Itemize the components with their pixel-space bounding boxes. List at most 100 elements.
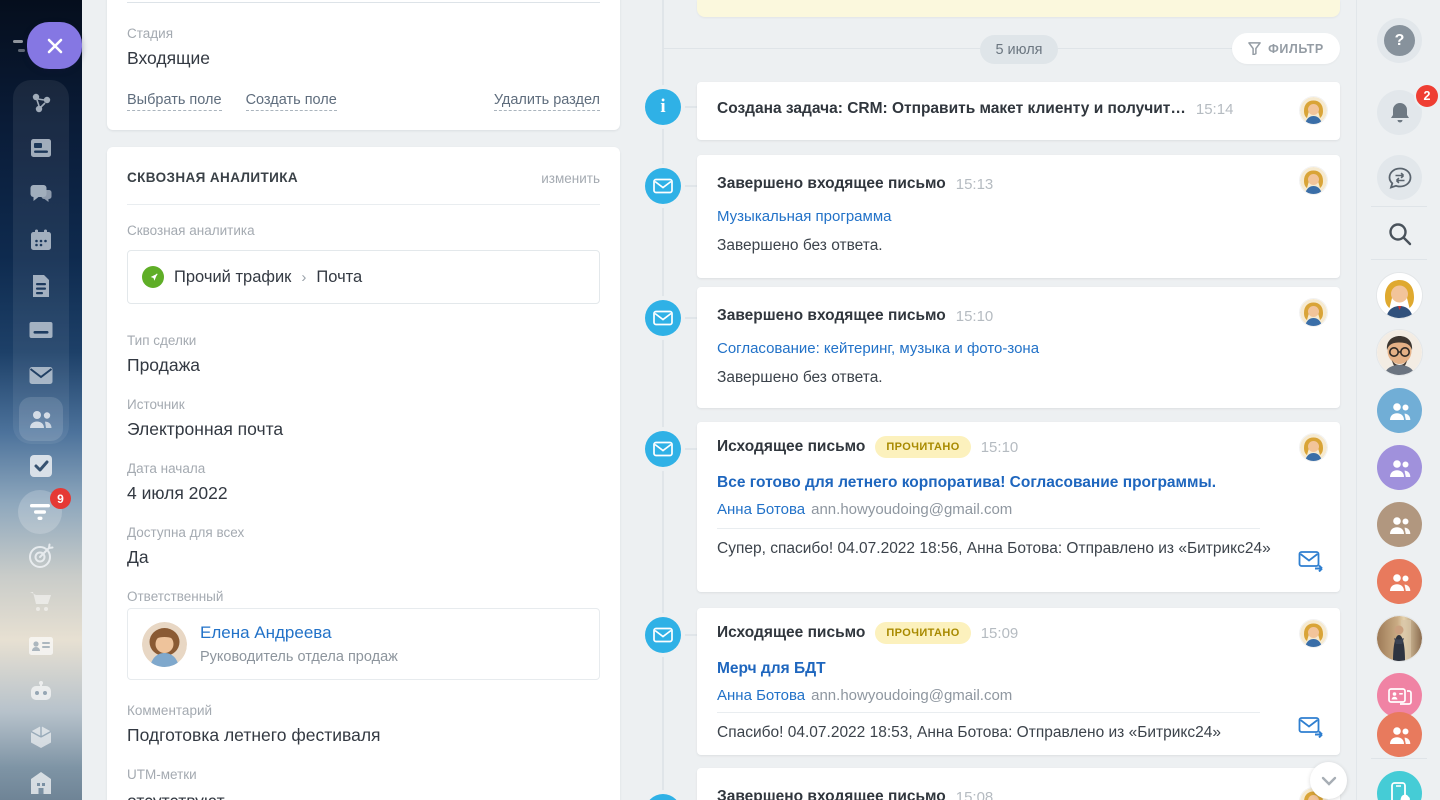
target-icon[interactable] xyxy=(27,542,55,570)
user-avatar-photo[interactable] xyxy=(1377,616,1422,661)
timeline-entry-outgoing-mail[interactable]: Исходящее письмо ПРОЧИТАНО 15:09 Мерч дл… xyxy=(697,608,1340,755)
responsible-role: Руководитель отдела продаж xyxy=(200,649,398,665)
entry-time: 15:09 xyxy=(981,625,1019,642)
bell-icon xyxy=(1389,101,1411,125)
entry-title[interactable]: Завершено входящее письмо xyxy=(717,788,946,800)
responsible-card[interactable]: Елена Андреева Руководитель отдела прода… xyxy=(127,608,600,680)
responsible-label: Ответственный xyxy=(127,589,223,604)
stage-value[interactable]: Входящие xyxy=(127,48,210,69)
group-orange-icon[interactable] xyxy=(1377,559,1422,604)
create-field-link[interactable]: Создать поле xyxy=(246,92,337,111)
rail-divider xyxy=(1371,206,1427,207)
comment-value[interactable]: Подготовка летнего фестиваля xyxy=(127,725,381,746)
deal-type-label: Тип сделки xyxy=(127,333,196,348)
read-status-badge: ПРОЧИТАНО xyxy=(875,622,970,644)
document-icon[interactable] xyxy=(29,273,53,299)
help-button[interactable]: ? xyxy=(1377,18,1422,63)
utm-label: UTM-метки xyxy=(127,767,197,782)
tasks-icon[interactable] xyxy=(28,453,54,479)
pinned-note-card xyxy=(697,0,1340,17)
traffic-source-field[interactable]: Прочий трафик › Почта xyxy=(127,250,600,304)
search-button[interactable] xyxy=(1377,211,1422,256)
connector xyxy=(680,634,698,636)
notifications-badge: 2 xyxy=(1416,85,1438,107)
chevron-down-icon xyxy=(1321,776,1337,786)
help-icon: ? xyxy=(1384,25,1415,56)
entry-title[interactable]: Завершено входящее письмо xyxy=(717,307,946,325)
entry-author-avatar[interactable] xyxy=(1300,299,1327,326)
comment-label: Комментарий xyxy=(127,703,212,718)
close-panel-button[interactable] xyxy=(27,22,82,69)
connector xyxy=(680,185,698,187)
entry-author-avatar[interactable] xyxy=(1300,434,1327,461)
delete-section-link[interactable]: Удалить раздел xyxy=(494,92,600,111)
analytics-edit-link[interactable]: изменить xyxy=(541,171,600,186)
mail-subject-link[interactable]: Все готово для летнего корпоратива! Согл… xyxy=(717,474,1216,492)
entry-title[interactable]: Завершено входящее письмо xyxy=(717,175,946,193)
robot-icon[interactable] xyxy=(28,679,54,703)
stage-label: Стадия xyxy=(127,26,173,41)
mail-event-icon xyxy=(645,300,681,336)
mail-event-icon xyxy=(645,794,681,800)
cart-icon[interactable] xyxy=(28,589,54,613)
mail-preview-text: Супер, спасибо! 04.07.2022 18:56, Анна Б… xyxy=(717,536,1276,561)
cube-icon[interactable] xyxy=(28,724,54,750)
user-avatar-man[interactable] xyxy=(1377,330,1422,375)
group-purple-icon[interactable] xyxy=(1377,445,1422,490)
crm-counter-badge: 9 xyxy=(50,488,71,509)
chat-icon[interactable] xyxy=(28,181,55,207)
connector xyxy=(680,448,698,450)
timeline-entry-task[interactable]: Создана задача: CRM: Отправить макет кли… xyxy=(697,82,1340,140)
mail-subject-link[interactable]: Музыкальная программа xyxy=(717,208,891,225)
network-icon[interactable] xyxy=(28,90,54,116)
scroll-down-button[interactable] xyxy=(1310,762,1347,799)
timeline-entry-incoming-mail[interactable]: Завершено входящее письмо 15:13 Музыкаль… xyxy=(697,155,1340,278)
drive-icon[interactable] xyxy=(28,318,55,342)
entry-title[interactable]: Исходящее письмо xyxy=(717,438,865,456)
phone-cloud-icon[interactable] xyxy=(1377,771,1422,800)
available-label: Доступна для всех xyxy=(127,525,244,540)
entry-author-avatar[interactable] xyxy=(1300,97,1327,124)
filter-funnel-icon xyxy=(1248,42,1261,55)
group-brown-icon[interactable] xyxy=(1377,502,1422,547)
available-value[interactable]: Да xyxy=(127,547,149,568)
group-coral-icon[interactable] xyxy=(1377,712,1422,757)
people-icon[interactable] xyxy=(19,397,63,441)
messenger-button[interactable] xyxy=(1377,155,1422,200)
user-avatar-woman[interactable] xyxy=(1377,273,1422,318)
mail-forward-icon[interactable] xyxy=(1298,550,1324,572)
source-value[interactable]: Электронная почта xyxy=(127,419,283,440)
start-date-value[interactable]: 4 июля 2022 xyxy=(127,483,228,504)
mail-subject-link[interactable]: Согласование: кейтеринг, музыка и фото-з… xyxy=(717,340,1039,357)
entry-author-avatar[interactable] xyxy=(1300,620,1327,647)
right-sidebar: ? 2 xyxy=(1356,0,1440,800)
sender-name-link[interactable]: Анна Ботова xyxy=(717,501,805,518)
section-divider xyxy=(127,204,600,205)
timeline-entry-incoming-mail[interactable]: Завершено входящее письмо 15:10 Согласов… xyxy=(697,287,1340,408)
feed-icon[interactable] xyxy=(28,135,54,161)
sender-name-link[interactable]: Анна Ботова xyxy=(717,687,805,704)
section-actions: Выбрать поле Создать поле Удалить раздел xyxy=(127,92,600,111)
entry-author-avatar[interactable] xyxy=(1300,167,1327,194)
utm-value[interactable]: отсутствуют xyxy=(127,791,225,800)
group-blue-icon[interactable] xyxy=(1377,388,1422,433)
mail-subject-link[interactable]: Мерч для БДТ xyxy=(717,660,826,678)
mail-icon[interactable] xyxy=(28,364,55,386)
mail-event-icon xyxy=(645,431,681,467)
mail-forward-icon[interactable] xyxy=(1298,716,1324,738)
filter-label: ФИЛЬТР xyxy=(1268,42,1324,56)
sender-email: ann.howyoudoing@gmail.com xyxy=(811,687,1012,704)
entry-title[interactable]: Исходящее письмо xyxy=(717,624,865,642)
building-icon[interactable] xyxy=(28,770,54,794)
contact-card-icon[interactable] xyxy=(27,635,55,657)
read-status-badge: ПРОЧИТАНО xyxy=(875,436,970,458)
calendar-icon[interactable] xyxy=(28,227,54,253)
deal-type-value[interactable]: Продажа xyxy=(127,355,200,376)
timeline-entry-incoming-mail[interactable]: Завершено входящее письмо 15:08 xyxy=(697,768,1340,800)
timeline-entry-outgoing-mail[interactable]: Исходящее письмо ПРОЧИТАНО 15:10 Все гот… xyxy=(697,422,1340,592)
select-field-link[interactable]: Выбрать поле xyxy=(127,92,222,111)
responsible-name[interactable]: Елена Андреева xyxy=(200,623,332,643)
timeline-filter-button[interactable]: ФИЛЬТР xyxy=(1232,33,1340,64)
entry-title[interactable]: Создана задача: CRM: Отправить макет кли… xyxy=(717,100,1186,118)
mail-preview-text: Спасибо! 04.07.2022 18:53, Анна Ботова: … xyxy=(717,720,1276,745)
